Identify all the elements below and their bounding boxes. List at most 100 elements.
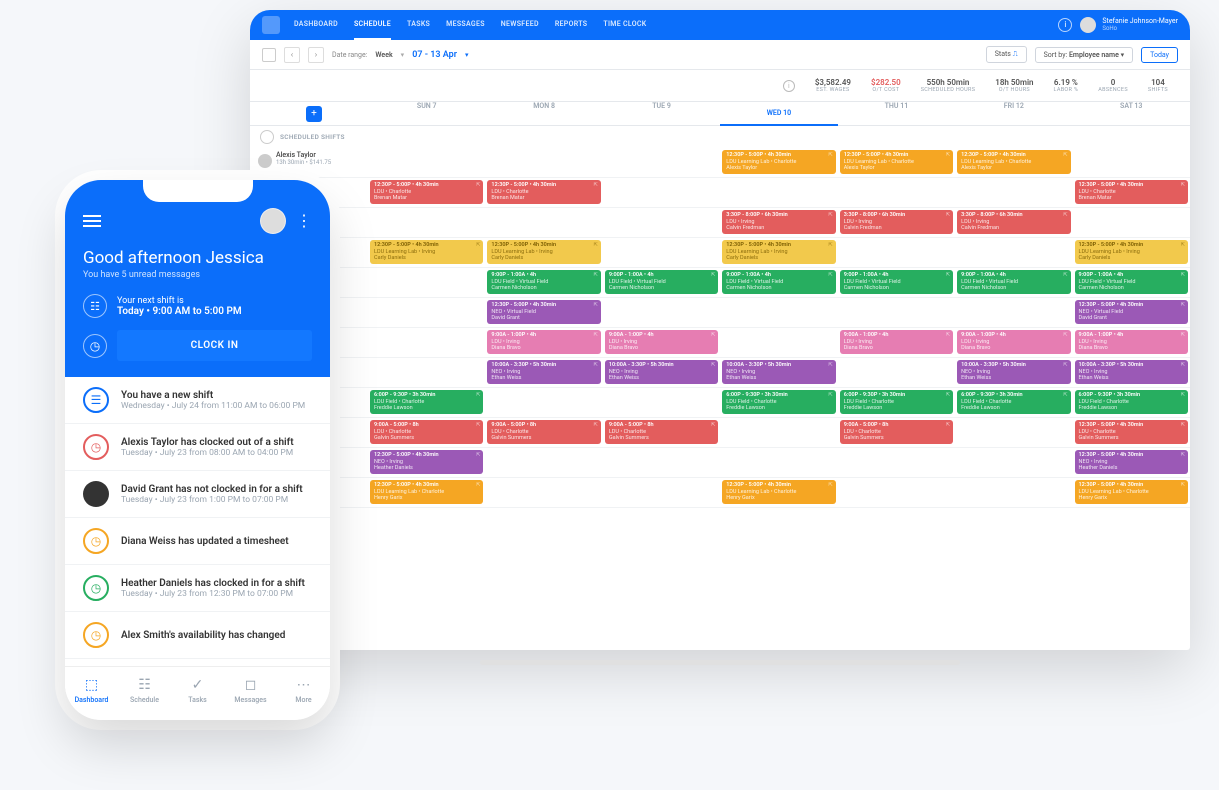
employee-header[interactable]: Alexis Taylor13h 30min • $141.75	[250, 148, 368, 177]
schedule-cell[interactable]: ⇱12:30P - 5:00P • 4h 30minLDU • Charlott…	[1073, 178, 1190, 207]
schedule-cell[interactable]	[838, 178, 955, 207]
nav-item-reports[interactable]: REPORTS	[555, 10, 588, 40]
schedule-cell[interactable]	[1073, 208, 1190, 237]
today-button[interactable]: Today	[1141, 47, 1178, 63]
menu-icon[interactable]	[83, 215, 101, 227]
nav-item-newsfeed[interactable]: NEWSFEED	[501, 10, 539, 40]
schedule-cell[interactable]	[838, 358, 955, 387]
day-header[interactable]: MON 8	[485, 102, 602, 126]
shift-card[interactable]: ⇱9:00P - 1:00A • 4hLDU Field • Virtual F…	[605, 270, 718, 294]
shift-card[interactable]: ⇱12:30P - 5:00P • 4h 30minLDU Learning L…	[722, 240, 835, 264]
shift-card[interactable]: ⇱12:30P - 5:00P • 4h 30minLDU Learning L…	[722, 480, 835, 504]
nav-item-tasks[interactable]: TASKS	[407, 10, 430, 40]
schedule-cell[interactable]: ⇱9:00A - 5:00P • 8hLDU • CharlotteGalvin…	[838, 418, 955, 447]
shift-card[interactable]: ⇱12:30P - 5:00P • 4h 30minLDU Learning L…	[370, 240, 483, 264]
schedule-cell[interactable]: ⇱10:00A - 3:30P • 5h 30minNEO • IrvingEt…	[955, 358, 1072, 387]
clock-in-button[interactable]: CLOCK IN	[117, 330, 312, 361]
schedule-cell[interactable]: ⇱10:00A - 3:30P • 5h 30minNEO • IrvingEt…	[485, 358, 602, 387]
schedule-cell[interactable]: ⇱3:30P - 8:00P • 6h 30minLDU • IrvingCal…	[720, 208, 837, 237]
nav-item-messages[interactable]: MESSAGES	[446, 10, 485, 40]
shift-card[interactable]: ⇱10:00A - 3:30P • 5h 30minNEO • IrvingEt…	[722, 360, 835, 384]
shift-card[interactable]: ⇱3:30P - 8:00P • 6h 30minLDU • IrvingCal…	[957, 210, 1070, 234]
schedule-cell[interactable]: ⇱6:00P - 9:30P • 3h 30minLDU Field • Cha…	[368, 388, 485, 417]
schedule-cell[interactable]: ⇱9:00A - 5:00P • 8hLDU • CharlotteGalvin…	[485, 418, 602, 447]
tab-schedule[interactable]: ☷Schedule	[118, 667, 171, 714]
shift-card[interactable]: ⇱9:00P - 1:00A • 4hLDU Field • Virtual F…	[487, 270, 600, 294]
day-header[interactable]: SAT 13	[1073, 102, 1190, 126]
shift-card[interactable]: ⇱12:30P - 5:00P • 4h 30minNEO • IrvingHe…	[1075, 450, 1188, 474]
schedule-cell[interactable]	[485, 388, 602, 417]
shift-card[interactable]: ⇱12:30P - 5:00P • 4h 30minLDU • Charlott…	[370, 180, 483, 204]
feed-item[interactable]: ☰You have a new shiftWednesday • July 24…	[65, 377, 330, 424]
date-range-display[interactable]: 07 - 13 Apr	[412, 50, 457, 60]
schedule-cell[interactable]	[485, 478, 602, 507]
schedule-cell[interactable]: ⇱12:30P - 5:00P • 4h 30minLDU Learning L…	[955, 148, 1072, 177]
day-header[interactable]: THU 11	[838, 102, 955, 126]
schedule-cell[interactable]	[368, 268, 485, 297]
shift-card[interactable]: ⇱12:30P - 5:00P • 4h 30minLDU Learning L…	[1075, 240, 1188, 264]
schedule-cell[interactable]	[368, 328, 485, 357]
schedule-cell[interactable]: ⇱6:00P - 9:30P • 3h 30minLDU Field • Cha…	[955, 388, 1072, 417]
shift-card[interactable]: ⇱9:00P - 1:00A • 4hLDU Field • Virtual F…	[840, 270, 953, 294]
feed-item[interactable]: David Grant has not clocked in for a shi…	[65, 471, 330, 518]
day-header[interactable]: WED 10	[720, 102, 837, 126]
shift-card[interactable]: ⇱9:00A - 1:00P • 4hLDU • IrvingDiana Bra…	[840, 330, 953, 354]
shift-card[interactable]: ⇱6:00P - 9:30P • 3h 30minLDU Field • Cha…	[957, 390, 1070, 414]
stats-toggle[interactable]: Stats ⎍	[986, 46, 1027, 63]
feed-item[interactable]: ◷Alexis Taylor has clocked out of a shif…	[65, 424, 330, 471]
shift-card[interactable]: ⇱9:00P - 1:00A • 4hLDU Field • Virtual F…	[722, 270, 835, 294]
schedule-cell[interactable]	[603, 478, 720, 507]
schedule-cell[interactable]: ⇱12:30P - 5:00P • 4h 30minLDU Learning L…	[720, 148, 837, 177]
shift-card[interactable]: ⇱12:30P - 5:00P • 4h 30minLDU Learning L…	[1075, 480, 1188, 504]
schedule-cell[interactable]	[720, 298, 837, 327]
nav-item-dashboard[interactable]: DASHBOARD	[294, 10, 338, 40]
schedule-cell[interactable]: ⇱10:00A - 3:30P • 5h 30minNEO • IrvingEt…	[720, 358, 837, 387]
schedule-cell[interactable]	[368, 148, 485, 177]
schedule-cell[interactable]	[838, 298, 955, 327]
shift-card[interactable]: ⇱3:30P - 8:00P • 6h 30minLDU • IrvingCal…	[840, 210, 953, 234]
schedule-cell[interactable]	[955, 178, 1072, 207]
activity-feed[interactable]: ☰You have a new shiftWednesday • July 24…	[65, 377, 330, 706]
schedule-cell[interactable]	[955, 478, 1072, 507]
schedule-grid[interactable]: SCHEDULED SHIFTS Alexis Taylor13h 30min …	[250, 126, 1190, 650]
shift-card[interactable]: ⇱12:30P - 5:00P • 4h 30minLDU Learning L…	[840, 150, 953, 174]
schedule-cell[interactable]: ⇱9:00P - 1:00A • 4hLDU Field • Virtual F…	[838, 268, 955, 297]
schedule-cell[interactable]: ⇱12:30P - 5:00P • 4h 30minLDU Learning L…	[720, 478, 837, 507]
sort-dropdown[interactable]: Sort by: Employee name ▾	[1035, 47, 1134, 63]
shift-card[interactable]: ⇱9:00A - 5:00P • 8hLDU • CharlotteGalvin…	[605, 420, 718, 444]
schedule-cell[interactable]	[368, 298, 485, 327]
schedule-cell[interactable]: ⇱9:00P - 1:00A • 4hLDU Field • Virtual F…	[955, 268, 1072, 297]
schedule-cell[interactable]: ⇱6:00P - 9:30P • 3h 30minLDU Field • Cha…	[838, 388, 955, 417]
schedule-cell[interactable]	[838, 448, 955, 477]
schedule-cell[interactable]: ⇱9:00A - 5:00P • 8hLDU • CharlotteGalvin…	[368, 418, 485, 447]
feed-item[interactable]: ◷Alex Smith's availability has changed	[65, 612, 330, 659]
feed-item[interactable]: ◷Diana Weiss has updated a timesheet	[65, 518, 330, 565]
schedule-cell[interactable]: ⇱12:30P - 5:00P • 4h 30minLDU Learning L…	[1073, 238, 1190, 267]
shift-card[interactable]: ⇱12:30P - 5:00P • 4h 30minLDU • Charlott…	[1075, 180, 1188, 204]
schedule-cell[interactable]: ⇱6:00P - 9:30P • 3h 30minLDU Field • Cha…	[1073, 388, 1190, 417]
schedule-cell[interactable]	[955, 448, 1072, 477]
schedule-cell[interactable]	[603, 178, 720, 207]
schedule-cell[interactable]	[603, 238, 720, 267]
shift-card[interactable]: ⇱6:00P - 9:30P • 3h 30minLDU Field • Cha…	[722, 390, 835, 414]
stats-info-icon[interactable]: i	[783, 80, 795, 92]
schedule-cell[interactable]: ⇱12:30P - 5:00P • 4h 30minLDU Learning L…	[1073, 478, 1190, 507]
schedule-cell[interactable]	[955, 298, 1072, 327]
shift-card[interactable]: ⇱9:00P - 1:00A • 4hLDU Field • Virtual F…	[957, 270, 1070, 294]
schedule-cell[interactable]	[955, 418, 1072, 447]
shift-card[interactable]: ⇱12:30P - 5:00P • 4h 30minNEO • Virtual …	[487, 300, 600, 324]
nav-item-time-clock[interactable]: TIME CLOCK	[603, 10, 646, 40]
tab-more[interactable]: ⋯More	[277, 667, 330, 714]
schedule-cell[interactable]: ⇱10:00A - 3:30P • 5h 30minNEO • IrvingEt…	[603, 358, 720, 387]
schedule-cell[interactable]: ⇱12:30P - 5:00P • 4h 30minNEO • Virtual …	[485, 298, 602, 327]
schedule-cell[interactable]	[838, 238, 955, 267]
schedule-cell[interactable]: ⇱9:00A - 1:00P • 4hLDU • IrvingDiana Bra…	[485, 328, 602, 357]
shift-card[interactable]: ⇱12:30P - 5:00P • 4h 30minLDU Learning L…	[957, 150, 1070, 174]
nav-item-schedule[interactable]: SCHEDULE	[354, 10, 391, 40]
shift-card[interactable]: ⇱9:00A - 1:00P • 4hLDU • IrvingDiana Bra…	[1075, 330, 1188, 354]
schedule-cell[interactable]	[368, 358, 485, 387]
shift-card[interactable]: ⇱10:00A - 3:30P • 5h 30minNEO • IrvingEt…	[957, 360, 1070, 384]
schedule-cell[interactable]: ⇱9:00A - 1:00P • 4hLDU • IrvingDiana Bra…	[603, 328, 720, 357]
next-week-button[interactable]: ›	[308, 47, 324, 63]
schedule-cell[interactable]	[603, 448, 720, 477]
